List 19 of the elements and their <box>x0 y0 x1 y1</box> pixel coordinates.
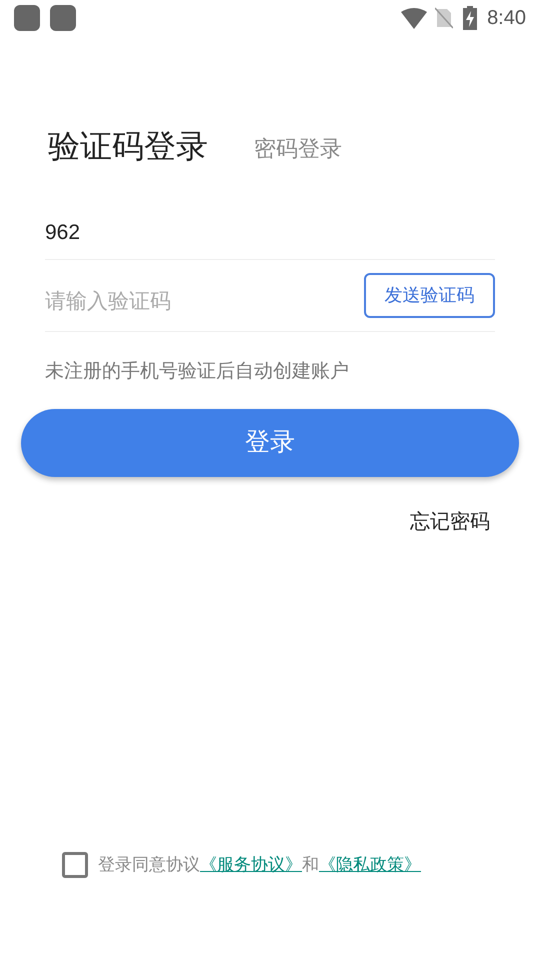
login-tab[interactable]: 验证码登录 <box>48 130 208 162</box>
code-field[interactable]: 请输入验证码 <box>45 286 364 318</box>
notification-icon <box>14 5 40 31</box>
hint-text: 未注册的手机号验证后自动创建账户 <box>45 360 350 384</box>
send-code-button[interactable]: 发送验证码 <box>364 273 495 318</box>
status-time: 8:40 <box>487 6 526 31</box>
service-agreement-link[interactable]: 《服务协议》 <box>200 852 302 878</box>
agreement-text: 登录同意协议 <box>98 854 200 876</box>
no-sim-icon <box>435 7 454 29</box>
privacy-policy-link[interactable]: 《隐私政策》 <box>319 852 421 878</box>
agreement-checkbox[interactable] <box>62 852 88 878</box>
wifi-icon <box>401 8 428 28</box>
login-tab[interactable]: 密码登录 <box>254 138 342 162</box>
connector-text: 和 <box>302 854 319 876</box>
forgot-password-link[interactable]: 忘记密码 <box>410 506 490 536</box>
notification-icon <box>50 5 76 31</box>
login-button[interactable]: 登录 <box>21 408 519 476</box>
phone-field[interactable]: 962 <box>45 216 495 248</box>
battery-charging-icon <box>463 6 478 30</box>
